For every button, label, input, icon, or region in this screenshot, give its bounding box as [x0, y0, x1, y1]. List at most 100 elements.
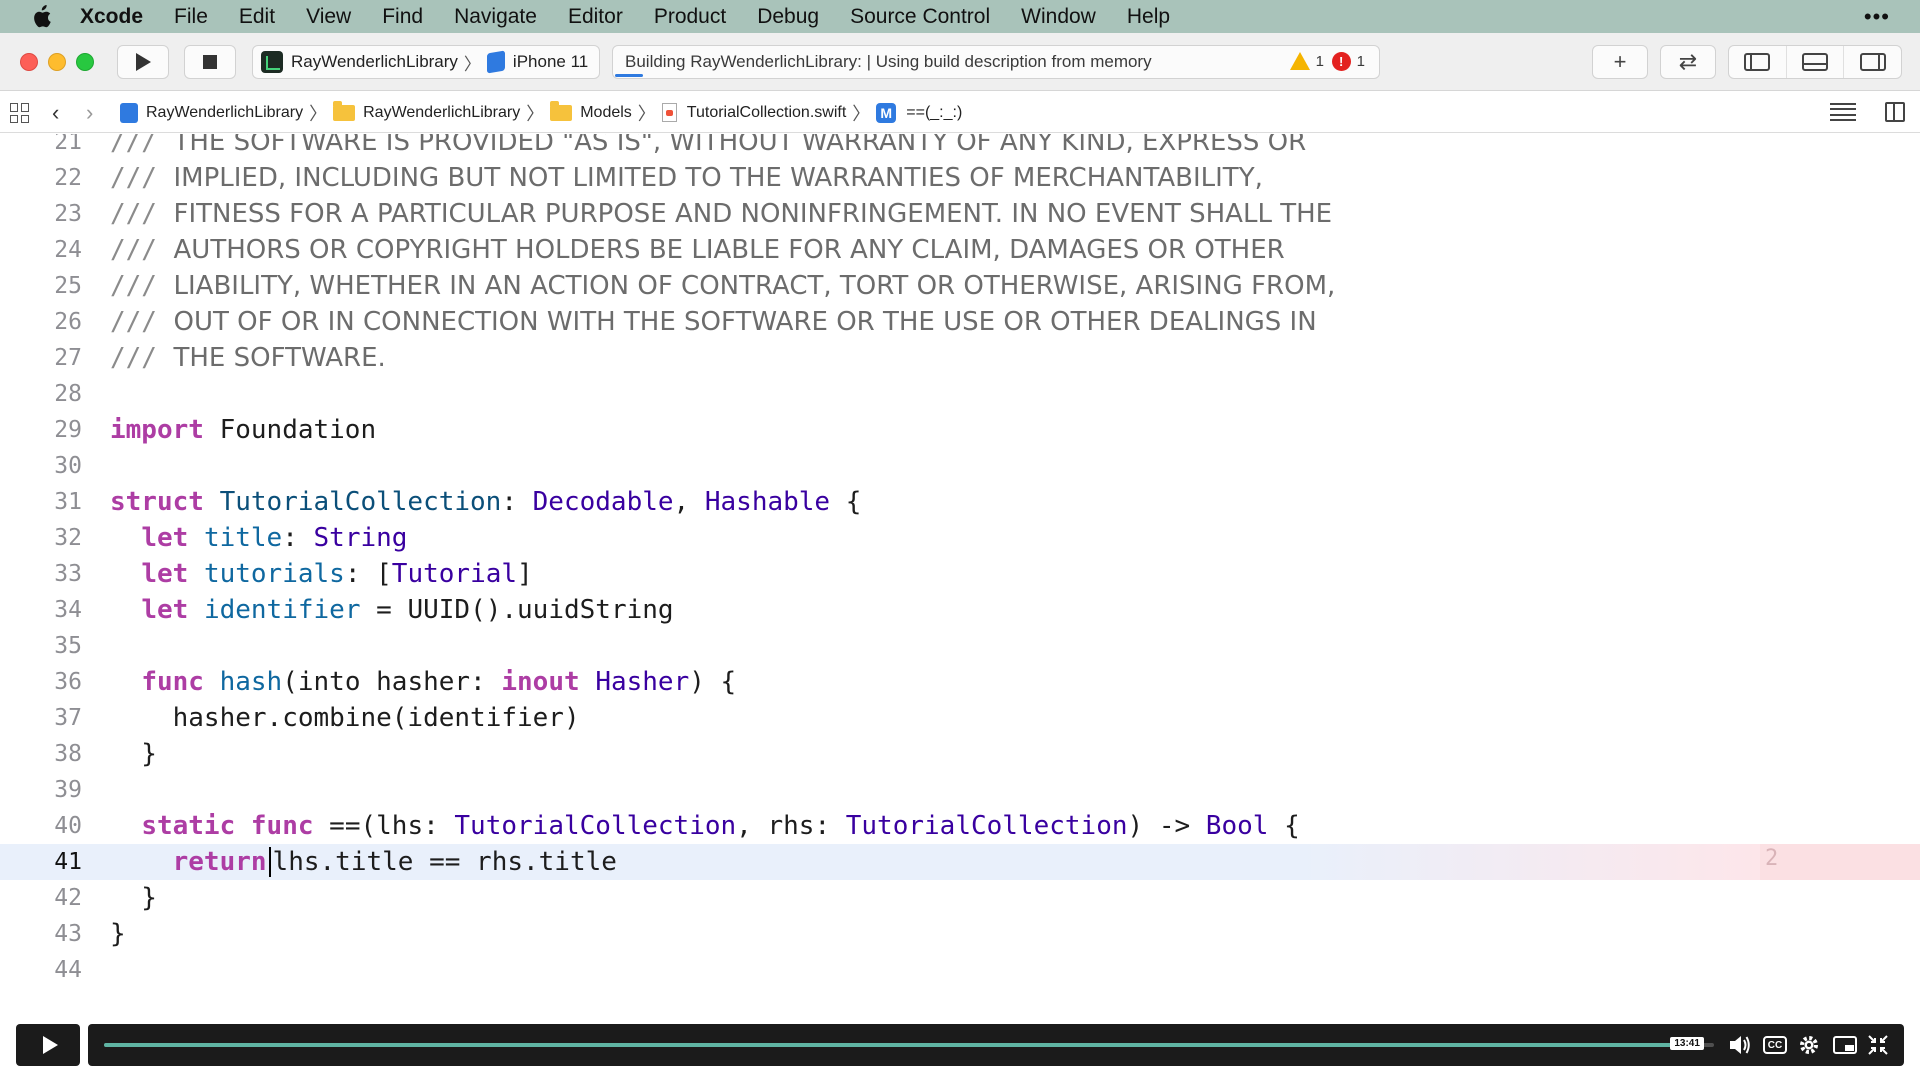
build-status-text: Building RayWenderlichLibrary: | Using b…	[625, 52, 1152, 71]
code-line: 31 struct TutorialCollection: Decodable,…	[0, 484, 1920, 520]
stop-icon	[203, 55, 217, 69]
menu-app-xcode[interactable]: Xcode	[80, 5, 143, 29]
keyword-token: inout	[501, 667, 580, 697]
menu-file[interactable]: File	[174, 5, 208, 29]
menu-extras-more-icon[interactable]: •••	[1864, 4, 1890, 30]
back-chevron-icon[interactable]: ‹	[52, 100, 59, 126]
code-text: let title: String	[141, 523, 408, 553]
menu-navigate[interactable]: Navigate	[454, 5, 537, 29]
source-editor[interactable]: 21 /// THE SOFTWARE IS PROVIDED "AS IS",…	[0, 134, 1920, 1022]
library-add-button[interactable]: +	[1592, 45, 1648, 79]
error-indicator[interactable]: ! 1	[1331, 52, 1365, 71]
code-line: 29 import Foundation	[0, 412, 1920, 448]
parameter-token: (into hasher:	[282, 667, 502, 697]
breadcrumb-models-label: Models	[580, 103, 632, 121]
build-progress-bar	[615, 74, 643, 77]
code-text: /// AUTHORS OR COPYRIGHT HOLDERS BE LIAB…	[110, 235, 1285, 265]
line-number: 23	[54, 201, 82, 227]
menu-product[interactable]: Product	[654, 5, 726, 29]
type-token: Tutorial	[391, 559, 518, 589]
current-code-line[interactable]: 2 41 return lhs.title == rhs.title	[0, 844, 1920, 880]
comment-text: AUTHORS OR COPYRIGHT HOLDERS BE LIABLE F…	[173, 235, 1285, 265]
comment-prefix: ///	[110, 134, 157, 157]
stop-button[interactable]	[184, 45, 236, 79]
code-line: 23 /// FITNESS FOR A PARTICULAR PURPOSE …	[0, 196, 1920, 232]
video-progress-track[interactable]: 13:41	[104, 1037, 1714, 1050]
issue-count-badge[interactable]: 2	[1760, 844, 1920, 880]
code-text: /// IMPLIED, INCLUDING BUT NOT LIMITED T…	[110, 163, 1263, 193]
forward-chevron-icon[interactable]: ›	[86, 100, 93, 126]
video-player-controls: 13:41 CC	[0, 1022, 1920, 1080]
menu-edit[interactable]: Edit	[239, 5, 275, 29]
warning-indicator[interactable]: 1	[1289, 52, 1324, 70]
panel-toggle-group	[1728, 45, 1902, 79]
folder-icon	[550, 100, 573, 121]
app-target-icon	[261, 51, 283, 73]
closed-captions-icon[interactable]: CC	[1763, 1036, 1787, 1054]
settings-gear-icon[interactable]	[1798, 1033, 1820, 1057]
operator-token: ==(lhs:	[329, 811, 455, 841]
breadcrumb-project[interactable]: RayWenderlichLibrary 〉	[120, 100, 333, 126]
toggle-navigator-button[interactable]	[1729, 46, 1787, 78]
line-number: 29	[54, 417, 82, 443]
issue-count: 2	[1765, 846, 1779, 871]
line-number: 40	[54, 813, 82, 839]
iphone-device-icon	[486, 50, 505, 74]
menu-help[interactable]: Help	[1127, 5, 1170, 29]
menu-debug[interactable]: Debug	[757, 5, 819, 29]
keyword-token: func	[141, 667, 204, 697]
line-number: 41	[54, 849, 82, 875]
video-play-button[interactable]	[16, 1024, 80, 1066]
editor-options-icon[interactable]	[1830, 103, 1856, 121]
breadcrumb-file[interactable]: TutorialCollection.swift 〉	[661, 100, 876, 126]
code-line: 39	[0, 772, 1920, 808]
menu-source-control[interactable]: Source Control	[850, 5, 990, 29]
folder-icon	[333, 100, 356, 121]
breadcrumb-group-label: RayWenderlichLibrary	[363, 103, 521, 121]
scheme-device-label: iPhone 11	[512, 52, 589, 71]
menu-window[interactable]: Window	[1021, 5, 1096, 29]
exit-fullscreen-icon[interactable]	[1868, 1033, 1888, 1057]
code-text: struct TutorialCollection: Decodable, Ha…	[110, 487, 862, 517]
toggle-debug-area-button[interactable]	[1787, 46, 1845, 78]
add-editor-icon[interactable]	[1885, 102, 1905, 122]
breadcrumb-file-label: TutorialCollection.swift	[686, 103, 847, 121]
zoom-window-button[interactable]	[76, 53, 94, 71]
picture-in-picture-icon[interactable]	[1833, 1033, 1857, 1057]
code-text: import Foundation	[110, 415, 376, 445]
left-panel-icon	[1744, 53, 1771, 71]
line-number: 26	[54, 309, 82, 335]
run-button[interactable]	[117, 45, 169, 79]
chevron-right-icon: 〉	[852, 103, 871, 124]
menu-view[interactable]: View	[306, 5, 351, 29]
breadcrumb-project-label: RayWenderlichLibrary	[146, 103, 304, 121]
line-number: 27	[54, 345, 82, 371]
close-window-button[interactable]	[20, 53, 38, 71]
parameter-token: , rhs:	[736, 811, 846, 841]
activity-viewer[interactable]: Building RayWenderlichLibrary: | Using b…	[612, 45, 1380, 79]
code-text: return lhs.title == rhs.title	[110, 847, 617, 878]
line-number: 39	[54, 777, 82, 803]
keyword-token: return	[172, 846, 267, 877]
volume-icon[interactable]	[1728, 1033, 1752, 1057]
scheme-selector[interactable]: RayWenderlichLibrary 〉 iPhone 11	[252, 45, 600, 79]
toggle-inspector-button[interactable]	[1844, 46, 1901, 78]
code-review-button[interactable]: ⇄	[1660, 45, 1716, 79]
menu-find[interactable]: Find	[382, 5, 423, 29]
line-number: 21	[54, 134, 82, 155]
type-token: TutorialCollection	[845, 811, 1128, 841]
comment-text: FITNESS FOR A PARTICULAR PURPOSE AND NON…	[173, 199, 1333, 229]
swift-file-icon	[661, 103, 677, 122]
breadcrumb-group[interactable]: RayWenderlichLibrary 〉	[333, 100, 550, 126]
apple-logo-icon[interactable]	[30, 4, 52, 29]
related-items-grid-icon[interactable]	[10, 103, 30, 123]
type-token: Bool	[1205, 811, 1269, 841]
scheme-target-label: RayWenderlichLibrary	[291, 52, 458, 71]
arrow-token: ) ->	[1127, 811, 1206, 841]
keyword-token: struct	[110, 487, 204, 517]
breadcrumb-symbol[interactable]: M ==(_:_:)	[876, 102, 962, 123]
breadcrumb-models[interactable]: Models 〉	[550, 100, 662, 126]
code-line: 36 func hash(into hasher: inout Hasher) …	[0, 664, 1920, 700]
minimize-window-button[interactable]	[48, 53, 66, 71]
menu-editor[interactable]: Editor	[568, 5, 623, 29]
